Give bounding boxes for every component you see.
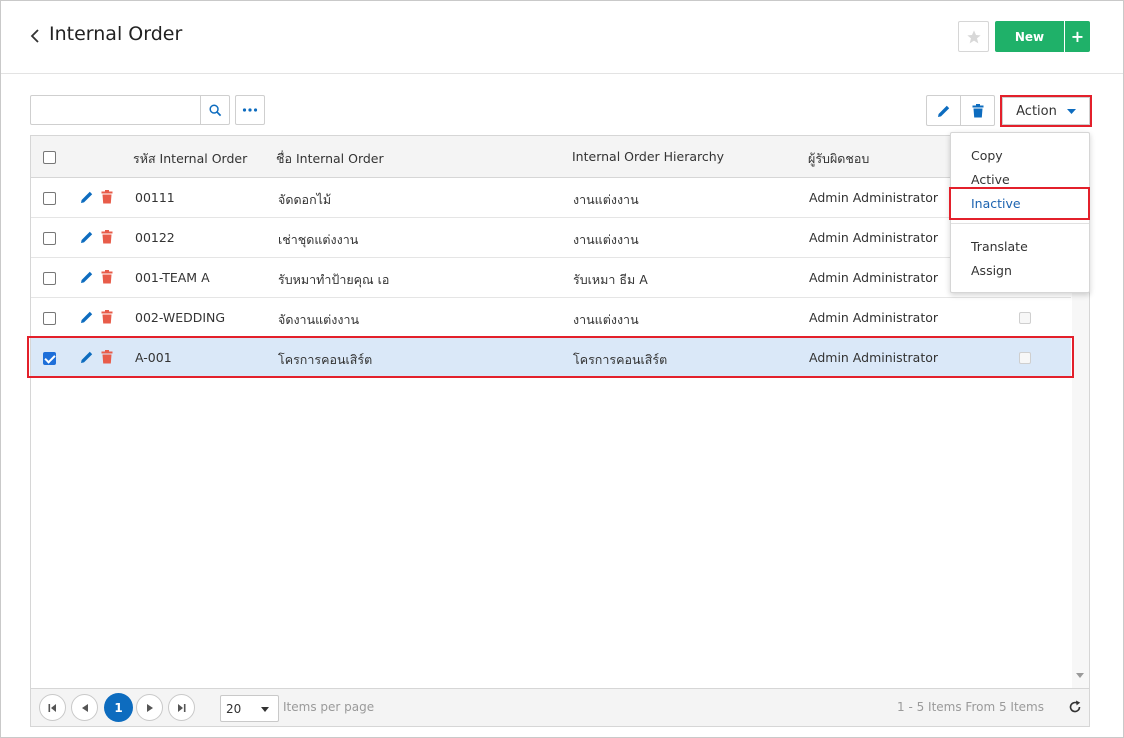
cell-name: จัดงานแต่งงาน [278,312,360,327]
action-dropdown-menu: Copy Active Inactive Translate Assign [950,132,1090,293]
cell-hierarchy: งานแต่งงาน [573,232,639,247]
cell-hierarchy: งานแต่งงาน [573,312,639,327]
edit-pencil-icon[interactable] [80,270,94,284]
row-checkbox[interactable] [43,192,56,205]
first-page-icon [48,703,56,712]
row-status-checkbox[interactable] [1019,352,1031,364]
column-header-code[interactable]: รหัส Internal Order [133,149,247,169]
cell-code: 002-WEDDING [135,310,226,325]
pencil-icon [937,105,949,117]
bulk-edit-button[interactable] [926,95,961,126]
last-page-icon [178,703,186,712]
search-button[interactable] [200,95,230,125]
delete-trash-icon[interactable] [101,270,113,284]
delete-trash-icon[interactable] [101,350,113,364]
edit-pencil-icon[interactable] [80,230,94,244]
current-page-button[interactable]: 1 [104,693,133,722]
first-page-button[interactable] [39,694,66,721]
cell-code: 001-TEAM A [135,270,210,285]
page-size-select[interactable]: 20 [220,695,279,722]
column-header-owner[interactable]: ผู้รับผิดชอบ [808,149,869,169]
cell-code: 00122 [135,230,175,245]
cell-owner: Admin Administrator [809,190,939,205]
back-arrow-icon[interactable] [28,27,44,45]
cell-owner: Admin Administrator [809,350,939,365]
new-plus-button[interactable]: + [1065,21,1090,52]
caret-down-icon [1066,108,1076,114]
delete-trash-icon[interactable] [101,310,113,324]
bulk-delete-button[interactable] [960,95,995,126]
edit-pencil-icon[interactable] [80,350,94,364]
search-icon [208,103,221,116]
search-input[interactable] [30,95,201,125]
prev-page-icon [81,703,88,712]
items-per-page-label: Items per page [283,700,375,714]
ellipsis-icon [242,108,258,112]
next-page-icon [146,703,153,712]
row-checkbox[interactable] [43,232,56,245]
page-size-caret-icon [261,707,269,712]
select-all-checkbox[interactable] [43,151,56,164]
cell-code: A-001 [135,350,172,365]
menu-divider [951,223,1089,224]
row-checkbox[interactable] [43,352,56,365]
last-page-button[interactable] [168,694,195,721]
row-checkbox[interactable] [43,312,56,325]
cell-name: เช่าชุดแต่งงาน [278,232,359,247]
cell-name: จัดดอกไม้ [278,192,332,207]
table-row[interactable]: 001-TEAM A รับหมาทำป้ายคุณ เอ รับเหมา ธีม … [31,258,1071,298]
cell-hierarchy: โครการคอนเสิร์ต [573,352,668,367]
more-options-button[interactable] [235,95,265,125]
column-header-hierarchy[interactable]: Internal Order Hierarchy [572,149,724,164]
column-header-name[interactable]: ชื่อ Internal Order [276,149,384,169]
favorite-button[interactable] [958,21,989,52]
trash-icon [972,103,983,117]
table-row[interactable]: 002-WEDDING จัดงานแต่งงาน งานแต่งงาน Admin … [31,298,1071,338]
edit-pencil-icon[interactable] [80,190,94,204]
table-row[interactable]: A-001 โครการคอนเสิร์ต โครการคอนเสิร์ต Admin… [31,338,1071,378]
cell-hierarchy: งานแต่งงาน [573,192,639,207]
next-page-button[interactable] [136,694,163,721]
new-button[interactable]: New [995,21,1064,52]
page-header: Internal Order New + [1,1,1123,74]
cell-owner: Admin Administrator [809,270,939,285]
delete-trash-icon[interactable] [101,230,113,244]
cell-hierarchy: รับเหมา ธีม A [573,272,648,287]
menu-item-copy[interactable]: Copy [971,148,1003,163]
page-size-value: 20 [226,702,242,716]
prev-page-button[interactable] [71,694,98,721]
menu-item-translate[interactable]: Translate [971,239,1028,254]
star-icon [966,29,981,43]
menu-item-inactive[interactable]: Inactive [971,196,1021,211]
pagination-summary: 1 - 5 Items From 5 Items [897,700,1044,714]
row-checkbox[interactable] [43,272,56,285]
refresh-icon[interactable] [1068,700,1082,714]
app-window: Internal Order New + Action รหัส Interna… [0,0,1124,738]
menu-item-active[interactable]: Active [971,172,1010,187]
cell-code: 00111 [135,190,175,205]
action-dropdown-button[interactable]: Action [1002,97,1090,125]
internal-order-table: รหัส Internal Order ชื่อ Internal Order … [30,135,1090,727]
scroll-down-arrow-icon[interactable] [1076,673,1084,678]
pagination-bar: 1 20 Items per page 1 - 5 Items From 5 I… [31,688,1089,726]
cell-name: โครการคอนเสิร์ต [278,352,373,367]
cell-name: รับหมาทำป้ายคุณ เอ [278,272,390,287]
row-status-checkbox[interactable] [1019,312,1031,324]
cell-owner: Admin Administrator [809,230,939,245]
menu-item-assign[interactable]: Assign [971,263,1012,278]
table-row[interactable]: 00122 เช่าชุดแต่งงาน งานแต่งงาน Admin Admin… [31,218,1071,258]
cell-owner: Admin Administrator [809,310,939,325]
edit-pencil-icon[interactable] [80,310,94,324]
table-header: รหัส Internal Order ชื่อ Internal Order … [31,136,1089,178]
action-label: Action [1016,103,1057,119]
table-row[interactable]: 00111 จัดดอกไม้ งานแต่งงาน Admin Administra… [31,178,1071,218]
delete-trash-icon[interactable] [101,190,113,204]
page-title: Internal Order [49,23,183,45]
